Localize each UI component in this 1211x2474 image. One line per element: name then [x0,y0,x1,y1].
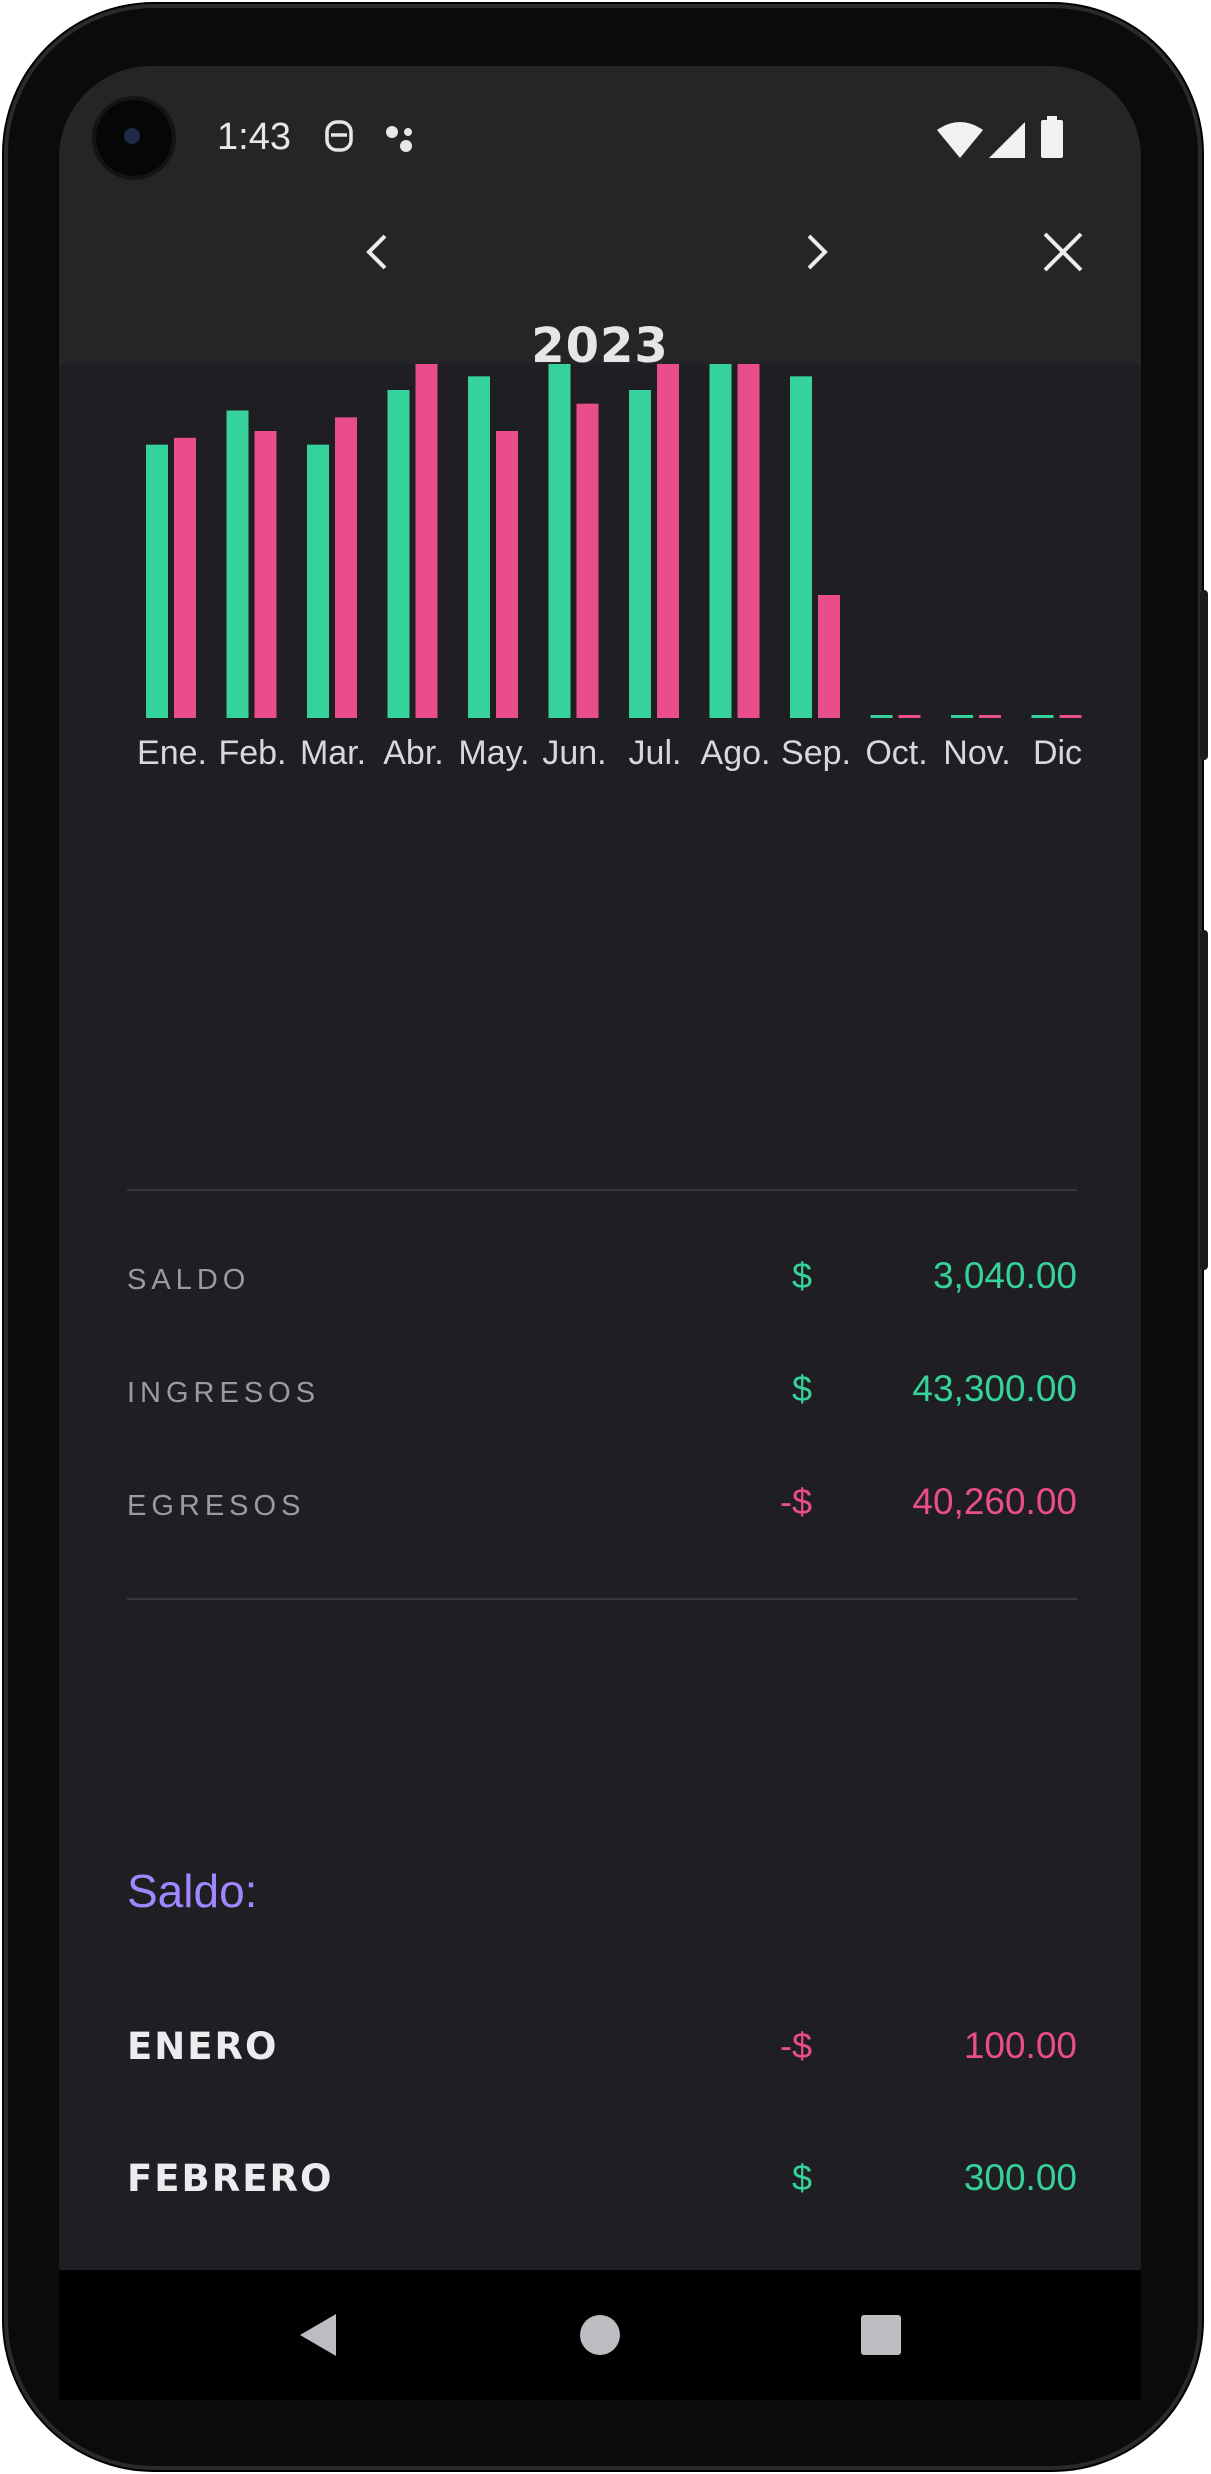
currency-symbol: $ [791,1255,812,1296]
volume-button [1200,930,1208,1270]
bar-egresos-jul [657,364,679,718]
currency-symbol: -$ [779,2025,812,2066]
saldo-section-title: Saldo: [127,1865,258,1917]
bar-ingresos-abr [387,390,410,718]
bar-egresos-nov [979,715,1001,718]
bar-ingresos-ene [146,444,168,718]
x-tick-label: May. [458,734,529,772]
bar-egresos-feb [254,431,277,718]
next-year-button[interactable] [787,222,847,282]
summary-label: EGRESOS [127,1490,306,1522]
summary-label: INGRESOS [127,1377,321,1409]
bar-egresos-abr [415,364,438,718]
x-tick-label: Oct. [865,734,927,772]
home-icon [580,2315,620,2355]
x-tick-label: Jun. [542,734,606,772]
app-screen: 1:43 2023 Ene. Feb. Mar. Abr. May. Jun. … [59,66,1141,2270]
wifi-icon [937,122,983,158]
month-value: 300.00 [963,2157,1077,2198]
close-button[interactable] [1033,222,1093,282]
home-button[interactable] [578,2313,622,2357]
bar-ingresos-may [468,376,490,718]
bar-egresos-may [496,431,518,718]
x-tick-label: Dic [1033,734,1082,772]
currency-symbol: -$ [779,1481,812,1522]
assistant-icon [386,126,412,152]
x-tick-label: Jul. [629,734,682,772]
previous-year-button[interactable] [347,222,407,282]
back-icon [300,2314,336,2356]
status-time: 1:43 [217,116,291,158]
notification-icon [325,120,353,152]
power-button [1200,590,1208,760]
bar-ingresos-jun [548,364,571,718]
x-tick-label: Ene. [137,734,207,772]
bar-ingresos-nov [951,715,973,718]
chevron-right-icon [807,234,828,270]
bar-ingresos-oct [870,715,893,718]
front-camera [96,100,172,176]
bar-ingresos-mar [307,444,329,718]
x-tick-label: Sep. [781,734,851,772]
x-tick-label: Nov. [943,734,1010,772]
summary-label: SALDO [127,1264,251,1296]
x-tick-label: Ago. [701,734,771,772]
month-name: FEBRERO [127,2157,334,2200]
x-tick-label: Abr. [383,734,443,772]
yearly-bar-chart: Ene. Feb. Mar. Abr. May. Jun. Jul. Ago. Sep. Oct.… [137,364,1082,772]
close-icon [1043,232,1083,272]
summary-divider-top [127,1189,1077,1191]
bar-egresos-jun [576,403,599,718]
bar-ingresos-feb [226,410,249,718]
chevron-left-icon [366,234,387,270]
summary-value: 40,260.00 [912,1481,1077,1522]
bar-ingresos-ago [709,364,732,718]
month-value: 100.00 [963,2025,1077,2066]
currency-symbol: $ [791,2157,812,2198]
summary-value: 3,040.00 [932,1255,1077,1296]
summary-divider-bottom [127,1598,1077,1600]
bar-ingresos-jul [629,390,651,718]
app-header: 1:43 2023 [59,66,1141,374]
currency-symbol: $ [791,1368,812,1409]
x-tick-label: Mar. [300,734,366,772]
summary-value: 43,300.00 [912,1368,1077,1409]
recents-icon [861,2315,901,2355]
bar-egresos-dic [1059,715,1082,718]
bar-egresos-oct [898,715,921,718]
x-tick-label: Feb. [218,734,286,772]
bar-egresos-ene [174,437,196,718]
bar-egresos-mar [335,417,357,718]
month-name: ENERO [127,2025,279,2068]
bar-ingresos-dic [1031,715,1054,718]
back-button[interactable] [296,2310,340,2360]
battery-icon [1041,116,1063,158]
bar-egresos-sep [818,595,840,718]
bar-ingresos-sep [790,376,812,718]
system-navigation-bar [59,2270,1141,2400]
recents-button[interactable] [859,2313,903,2357]
signal-icon [989,122,1025,158]
bar-egresos-ago [737,364,760,718]
